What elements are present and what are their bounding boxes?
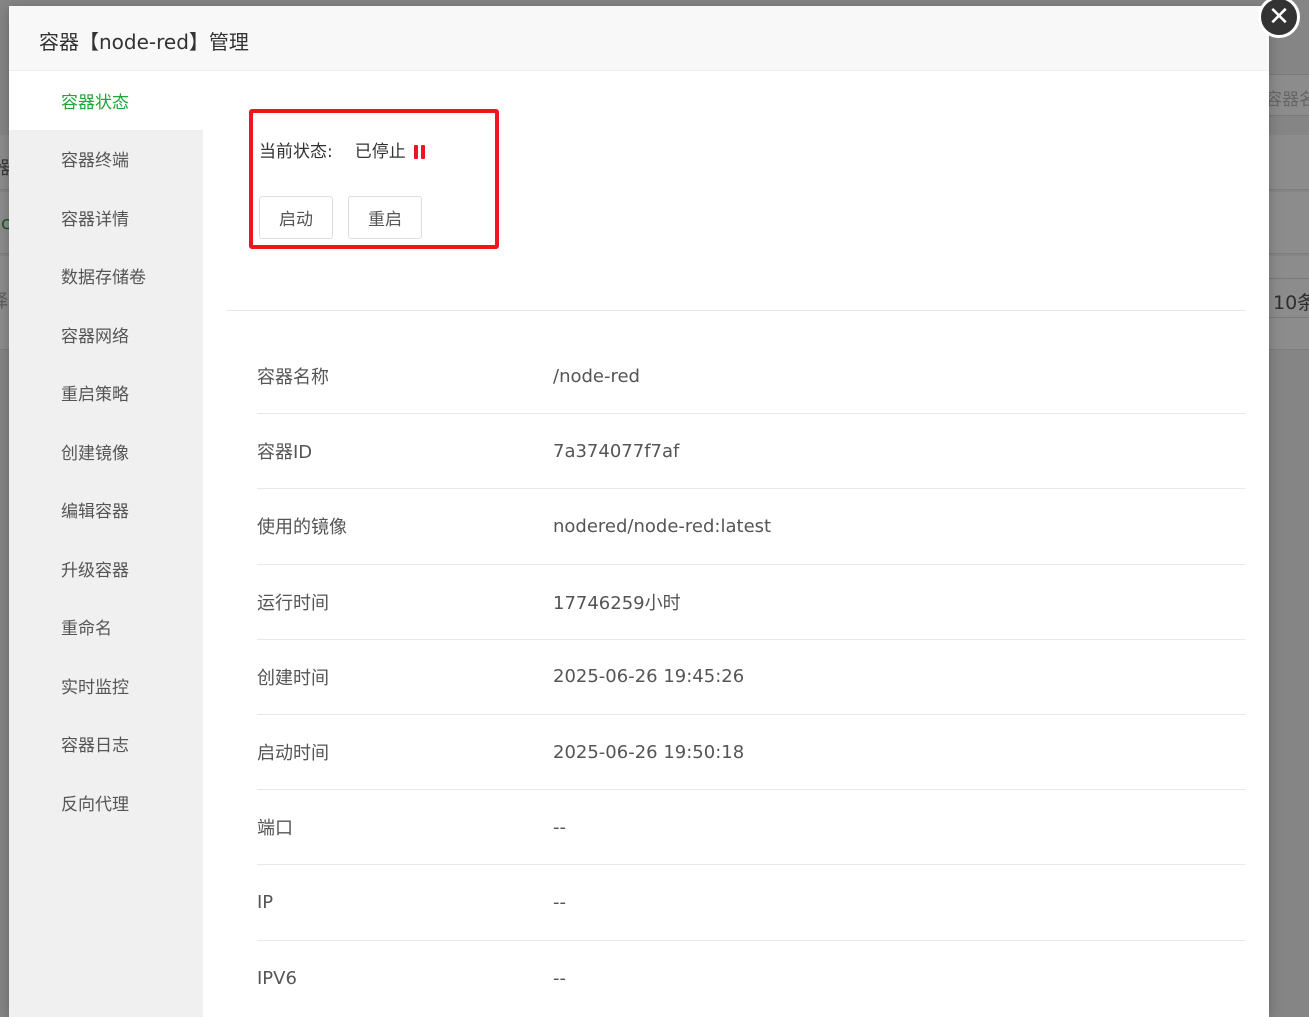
info-row-id: 容器ID 7a374077f7af: [257, 414, 1245, 490]
info-row-uptime: 运行时间 17746259小时: [257, 565, 1245, 640]
sidebar-item-label: 容器详情: [61, 209, 129, 230]
info-value: 17746259小时: [553, 592, 681, 614]
sidebar-item-upgrade-container[interactable]: 升级容器: [9, 539, 203, 598]
info-label: IP: [257, 891, 274, 913]
sidebar-item-label: 创建镜像: [61, 443, 129, 464]
sidebar: 容器状态 容器终端 容器详情 数据存储卷 容器网络 重启策略 创建镜像 编辑容器…: [9, 71, 203, 1017]
modal-header: 容器【node-red】管理: [9, 6, 1269, 71]
start-button[interactable]: 启动: [259, 196, 333, 239]
sidebar-item-rename[interactable]: 重命名: [9, 598, 203, 657]
sidebar-item-container-network[interactable]: 容器网络: [9, 305, 203, 364]
container-info-table: 容器名称/node-red 容器ID 7a374077f7af 使用的镜像 node…: [257, 339, 1245, 1016]
pause-icon: [413, 145, 426, 159]
sidebar-item-label: 容器状态: [61, 92, 129, 113]
info-value: /node-red: [553, 365, 640, 387]
info-row-created: 创建时间 2025-06-26 19:45:26: [257, 640, 1245, 715]
info-label: 容器ID: [257, 442, 313, 464]
info-row-started: 启动时间 2025-06-26 19:50:18: [257, 715, 1245, 791]
container-manage-modal: 容器【node-red】管理 容器状态 容器终端 容器详情 数据存储卷 容器网络…: [9, 0, 1300, 1017]
sidebar-item-label: 重命名: [61, 619, 112, 640]
status-highlight-box: 当前状态: 已停止 启动 重启: [249, 109, 499, 249]
sidebar-item-reverse-proxy[interactable]: 反向代理: [9, 773, 203, 832]
info-label: 使用的镜像: [257, 517, 347, 539]
sidebar-item-label: 反向代理: [61, 794, 129, 815]
info-row-image: 使用的镜像 nodered/node-red:latest: [257, 489, 1245, 565]
sidebar-item-label: 实时监控: [61, 677, 129, 698]
info-label: IPV6: [257, 967, 297, 989]
info-value: nodered/node-red:latest: [553, 515, 772, 537]
sidebar-item-label: 升级容器: [61, 560, 129, 581]
divider: [227, 310, 1245, 311]
restart-button[interactable]: 重启: [348, 196, 422, 239]
sidebar-item-label: 容器网络: [61, 326, 129, 347]
sidebar-item-create-image[interactable]: 创建镜像: [9, 422, 203, 481]
info-value: --: [553, 816, 566, 838]
info-label: 启动时间: [257, 743, 329, 765]
status-line: 当前状态: 已停止: [259, 137, 426, 162]
info-row-name: 容器名称/node-red: [257, 339, 1245, 415]
sidebar-item-realtime-monitor[interactable]: 实时监控: [9, 656, 203, 715]
sidebar-item-label: 重启策略: [61, 385, 129, 406]
sidebar-item-edit-container[interactable]: 编辑容器: [9, 481, 203, 540]
sidebar-item-label: 数据存储卷: [61, 268, 146, 289]
sidebar-item-restart-policy[interactable]: 重启策略: [9, 364, 203, 423]
info-label: 容器名称: [257, 367, 329, 389]
info-row-ipv6: IPV6 --: [257, 941, 1245, 1016]
info-value: --: [553, 967, 566, 989]
sidebar-item-label: 容器日志: [61, 736, 129, 757]
info-label: 创建时间: [257, 667, 329, 689]
info-label: 运行时间: [257, 592, 329, 614]
info-label: 端口: [257, 818, 293, 840]
modal-title: 容器【node-red】管理: [39, 30, 249, 54]
status-value: 已停止: [354, 142, 406, 162]
info-value: 7a374077f7af: [553, 440, 680, 462]
sidebar-item-container-logs[interactable]: 容器日志: [9, 715, 203, 774]
main-content: 当前状态: 已停止 启动 重启 容器名称/node-red 容器ID 7a37407…: [203, 71, 1269, 1017]
info-value: --: [553, 891, 566, 913]
sidebar-item-label: 编辑容器: [61, 502, 129, 523]
info-value: 2025-06-26 19:45:26: [553, 666, 745, 688]
sidebar-item-container-terminal[interactable]: 容器终端: [9, 130, 203, 189]
sidebar-item-container-details[interactable]: 容器详情: [9, 188, 203, 247]
sidebar-item-data-volumes[interactable]: 数据存储卷: [9, 247, 203, 306]
status-label: 当前状态:: [259, 142, 333, 162]
sidebar-item-label: 容器终端: [61, 151, 129, 172]
info-row-ports: 端口 --: [257, 790, 1245, 866]
info-row-ip: IP --: [257, 865, 1245, 941]
sidebar-item-container-status[interactable]: 容器状态: [9, 71, 203, 130]
info-value: 2025-06-26 19:50:18: [553, 741, 745, 763]
